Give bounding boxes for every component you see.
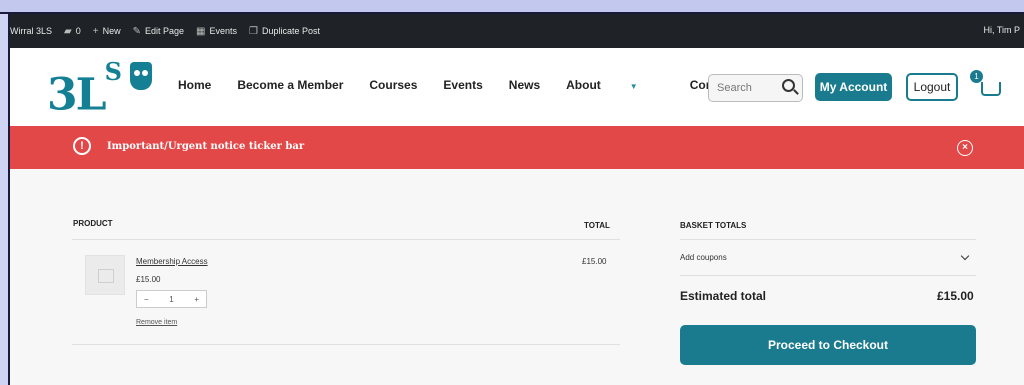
notice-text: Important/Urgent notice ticker bar <box>107 141 305 152</box>
search-placeholder: Search <box>717 82 752 94</box>
comment-icon: ▰ <box>64 25 72 37</box>
quantity-decrease-button[interactable]: − <box>144 295 149 304</box>
proceed-to-checkout-button[interactable]: Proceed to Checkout <box>680 325 976 365</box>
admin-site-name-label: Wirral 3LS <box>10 26 53 36</box>
wp-admin-bar: Wirral 3LS ▰ 0 + New ✎ Edit Page ▦ Events ❐ D… <box>10 14 1024 48</box>
admin-site-name[interactable]: Wirral 3LS <box>10 26 52 36</box>
basket-totals-header: BASKET TOTALS <box>680 221 747 230</box>
notice-bar: ! Important/Urgent notice ticker bar × <box>10 126 1024 169</box>
logout-button[interactable]: Logout <box>906 73 958 101</box>
caret-down-icon: ▼ <box>629 82 638 91</box>
admin-new[interactable]: + New <box>93 26 121 37</box>
quantity-increase-button[interactable]: + <box>194 295 199 304</box>
nav-become-member[interactable]: Become a Member <box>237 78 343 92</box>
quantity-stepper[interactable]: − 1 + <box>136 290 207 308</box>
basket-content: PRODUCT TOTAL Membership Access £15.00 −… <box>10 169 1024 385</box>
nav-about[interactable]: About ▼ <box>566 78 664 92</box>
logo-text: 3L <box>47 69 107 121</box>
estimated-total-label: Estimated total <box>680 289 767 303</box>
product-column-header: PRODUCT <box>73 219 113 228</box>
nav-courses[interactable]: Courses <box>369 78 417 92</box>
my-account-button[interactable]: My Account <box>815 73 892 101</box>
nav-news[interactable]: News <box>509 78 540 92</box>
logo-sup: S <box>104 57 122 86</box>
admin-comments[interactable]: ▰ 0 <box>64 26 81 37</box>
admin-greeting[interactable]: Hi, Tim P <box>983 25 1020 35</box>
nav-events[interactable]: Events <box>443 78 482 92</box>
totals-divider <box>680 239 976 240</box>
cart-button[interactable]: 1 <box>970 70 1002 98</box>
add-coupons-toggle[interactable]: Add coupons <box>680 253 727 262</box>
admin-new-label: New <box>102 26 121 36</box>
owl-logo-icon <box>130 62 152 90</box>
close-icon[interactable]: × <box>957 140 973 156</box>
header-divider <box>72 239 620 240</box>
nav-home[interactable]: Home <box>178 78 211 92</box>
plus-icon: + <box>92 25 99 37</box>
site-logo[interactable]: 3LS <box>47 57 122 121</box>
chevron-down-icon[interactable] <box>960 251 970 261</box>
screen-frame-left <box>0 14 10 385</box>
admin-edit-page[interactable]: ✎ Edit Page <box>133 26 184 37</box>
main-nav: Home Become a Member Courses Events News… <box>178 78 760 92</box>
duplicate-icon: ❐ <box>248 25 258 37</box>
remove-item-link[interactable]: Remove item <box>136 319 177 326</box>
search-icon[interactable] <box>782 79 795 92</box>
item-divider <box>72 344 620 345</box>
screen-frame-top <box>0 0 1024 14</box>
coupons-divider <box>680 275 976 276</box>
comments-count: 0 <box>75 26 81 36</box>
calendar-icon: ▦ <box>196 25 206 37</box>
nav-about-label: About <box>566 78 601 92</box>
basket-icon <box>981 82 1001 96</box>
admin-events-label: Events <box>209 26 237 36</box>
product-thumbnail[interactable] <box>85 255 125 295</box>
product-name-link[interactable]: Membership Access <box>136 257 208 266</box>
admin-duplicate-label: Duplicate Post <box>261 26 320 36</box>
admin-edit-label: Edit Page <box>144 26 185 36</box>
admin-events[interactable]: ▦ Events <box>196 26 237 37</box>
admin-duplicate-post[interactable]: ❐ Duplicate Post <box>249 26 320 37</box>
estimated-total-value: £15.00 <box>937 289 974 303</box>
product-price: £15.00 <box>136 275 161 284</box>
browser-page: Wirral 3LS ▰ 0 + New ✎ Edit Page ▦ Events ❐ D… <box>10 14 1024 385</box>
line-total: £15.00 <box>582 257 607 266</box>
cart-count-badge: 1 <box>970 70 983 83</box>
total-column-header: TOTAL <box>584 221 610 230</box>
pencil-icon: ✎ <box>132 25 141 37</box>
search-box[interactable]: Search <box>708 74 803 102</box>
site-header: 3LS Home Become a Member Courses Events … <box>10 48 1024 126</box>
alert-icon: ! <box>73 137 91 155</box>
quantity-value[interactable]: 1 <box>169 295 173 304</box>
